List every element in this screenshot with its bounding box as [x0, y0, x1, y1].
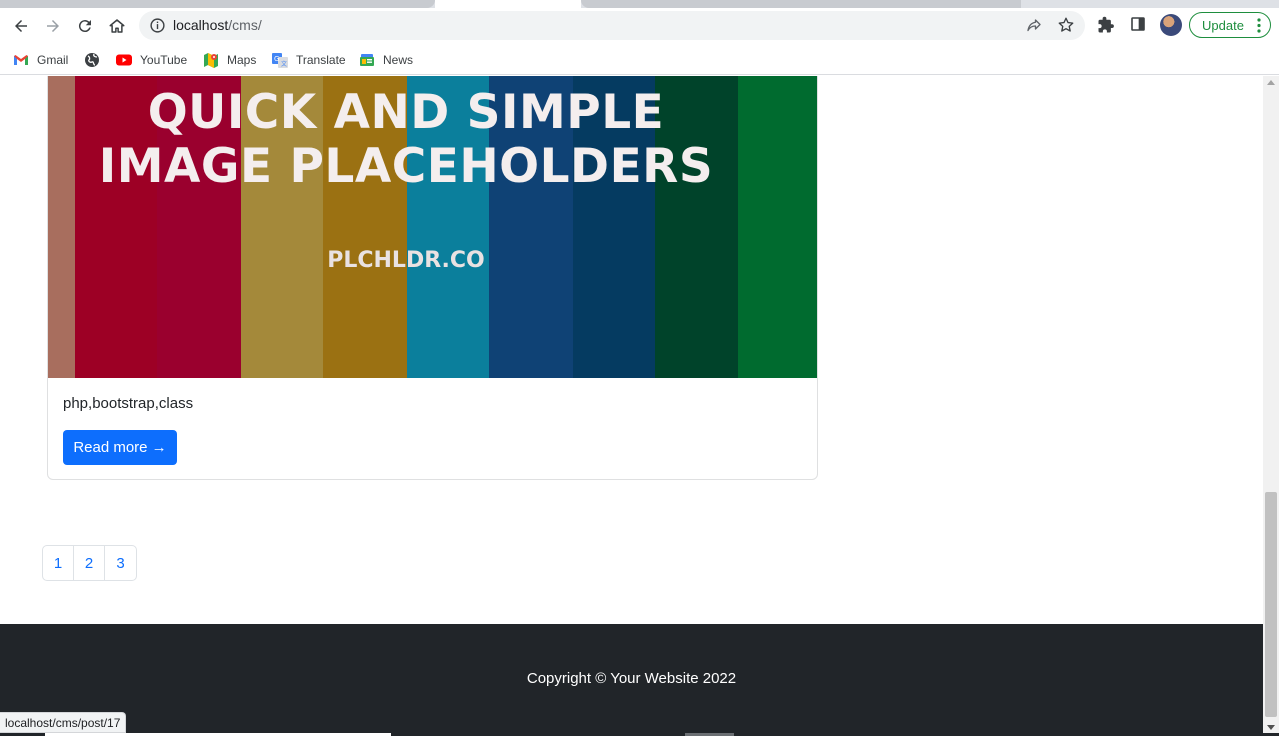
globe-icon	[85, 53, 99, 67]
page-link-2[interactable]: 2	[74, 546, 105, 580]
share-icon[interactable]	[1025, 17, 1043, 35]
page-viewport: QUICK AND SIMPLE IMAGE PLACEHOLDERS PLCH…	[0, 76, 1263, 736]
back-button[interactable]	[9, 14, 33, 38]
bookmark-gmail-label: Gmail	[37, 53, 69, 67]
youtube-icon	[116, 54, 132, 66]
footer-copyright: Copyright © Your Website 2022	[526, 670, 737, 687]
scroll-up-arrow-icon[interactable]	[1267, 80, 1275, 85]
arrow-right-icon	[47, 20, 59, 32]
bookmark-maps-label: Maps	[227, 53, 257, 67]
page-link-3[interactable]: 3	[105, 546, 136, 580]
browser-toolbar: localhost/cms/	[0, 8, 1279, 44]
home-button[interactable]	[105, 14, 129, 38]
maps-icon	[204, 53, 218, 68]
update-label: Update	[1202, 17, 1244, 33]
image-headline-line2: IMAGE PLACEHOLDERS	[98, 139, 714, 194]
bookmark-translate[interactable]: G文 Translate	[272, 50, 346, 70]
pagination: 123	[42, 545, 137, 581]
profile-avatar[interactable]	[1160, 14, 1182, 36]
link-status-bubble: localhost/cms/post/17	[0, 712, 127, 733]
side-panel-icon[interactable]	[1130, 16, 1146, 32]
arrow-left-icon	[15, 20, 27, 32]
forward-button[interactable]	[41, 14, 65, 38]
svg-text:G: G	[274, 55, 279, 63]
scroll-down-arrow-icon[interactable]	[1267, 725, 1275, 730]
more-vert-icon	[1257, 18, 1261, 33]
url-path: /cms/	[228, 17, 262, 33]
bookmark-news[interactable]: News	[359, 50, 413, 70]
gmail-icon	[14, 55, 28, 65]
post-image[interactable]: QUICK AND SIMPLE IMAGE PLACEHOLDERS PLCH…	[48, 76, 817, 378]
bookmark-youtube[interactable]: YouTube	[116, 50, 187, 70]
bookmark-globe[interactable]	[84, 50, 108, 70]
url-host: localhost	[173, 17, 229, 33]
update-button[interactable]: Update	[1189, 12, 1271, 38]
bookmark-youtube-label: YouTube	[140, 53, 188, 67]
image-brand: PLCHLDR.CO	[327, 248, 485, 273]
url-text[interactable]: localhost/cms/	[173, 17, 262, 33]
page-link-1[interactable]: 1	[43, 546, 74, 580]
post-card: QUICK AND SIMPLE IMAGE PLACEHOLDERS PLCH…	[47, 76, 818, 480]
tab-inactive-right[interactable]	[581, 0, 1021, 8]
image-headline-line1: QUICK AND SIMPLE	[147, 85, 665, 140]
read-more-button[interactable]: Read more →	[63, 430, 177, 465]
bookmark-translate-label: Translate	[296, 53, 346, 67]
page-scrollbar[interactable]	[1263, 76, 1279, 736]
home-icon	[109, 19, 125, 33]
bookmark-news-label: News	[383, 53, 414, 67]
bookmark-star-icon[interactable]	[1057, 16, 1075, 34]
reload-button[interactable]	[73, 14, 97, 38]
site-footer: Copyright © Your Website 2022	[0, 624, 1263, 736]
news-icon	[360, 54, 374, 66]
bookmarks-bar: Gmail YouTube Maps G文 Translate News	[0, 44, 1279, 75]
reload-icon	[78, 20, 91, 33]
tab-inactive-left[interactable]	[0, 0, 435, 8]
post-tags: php,bootstrap,class	[63, 395, 194, 412]
translate-icon: G文	[272, 53, 288, 68]
extensions-puzzle-icon[interactable]	[1097, 16, 1115, 34]
tab-active[interactable]	[435, 0, 581, 8]
bookmark-gmail[interactable]: Gmail	[13, 50, 68, 70]
info-icon[interactable]	[149, 17, 166, 34]
bookmark-maps[interactable]: Maps	[203, 50, 256, 70]
tab-strip	[0, 0, 1279, 8]
svg-text:文: 文	[281, 60, 287, 68]
address-bar[interactable]: localhost/cms/	[139, 11, 1085, 40]
scrollbar-thumb[interactable]	[1265, 492, 1277, 717]
